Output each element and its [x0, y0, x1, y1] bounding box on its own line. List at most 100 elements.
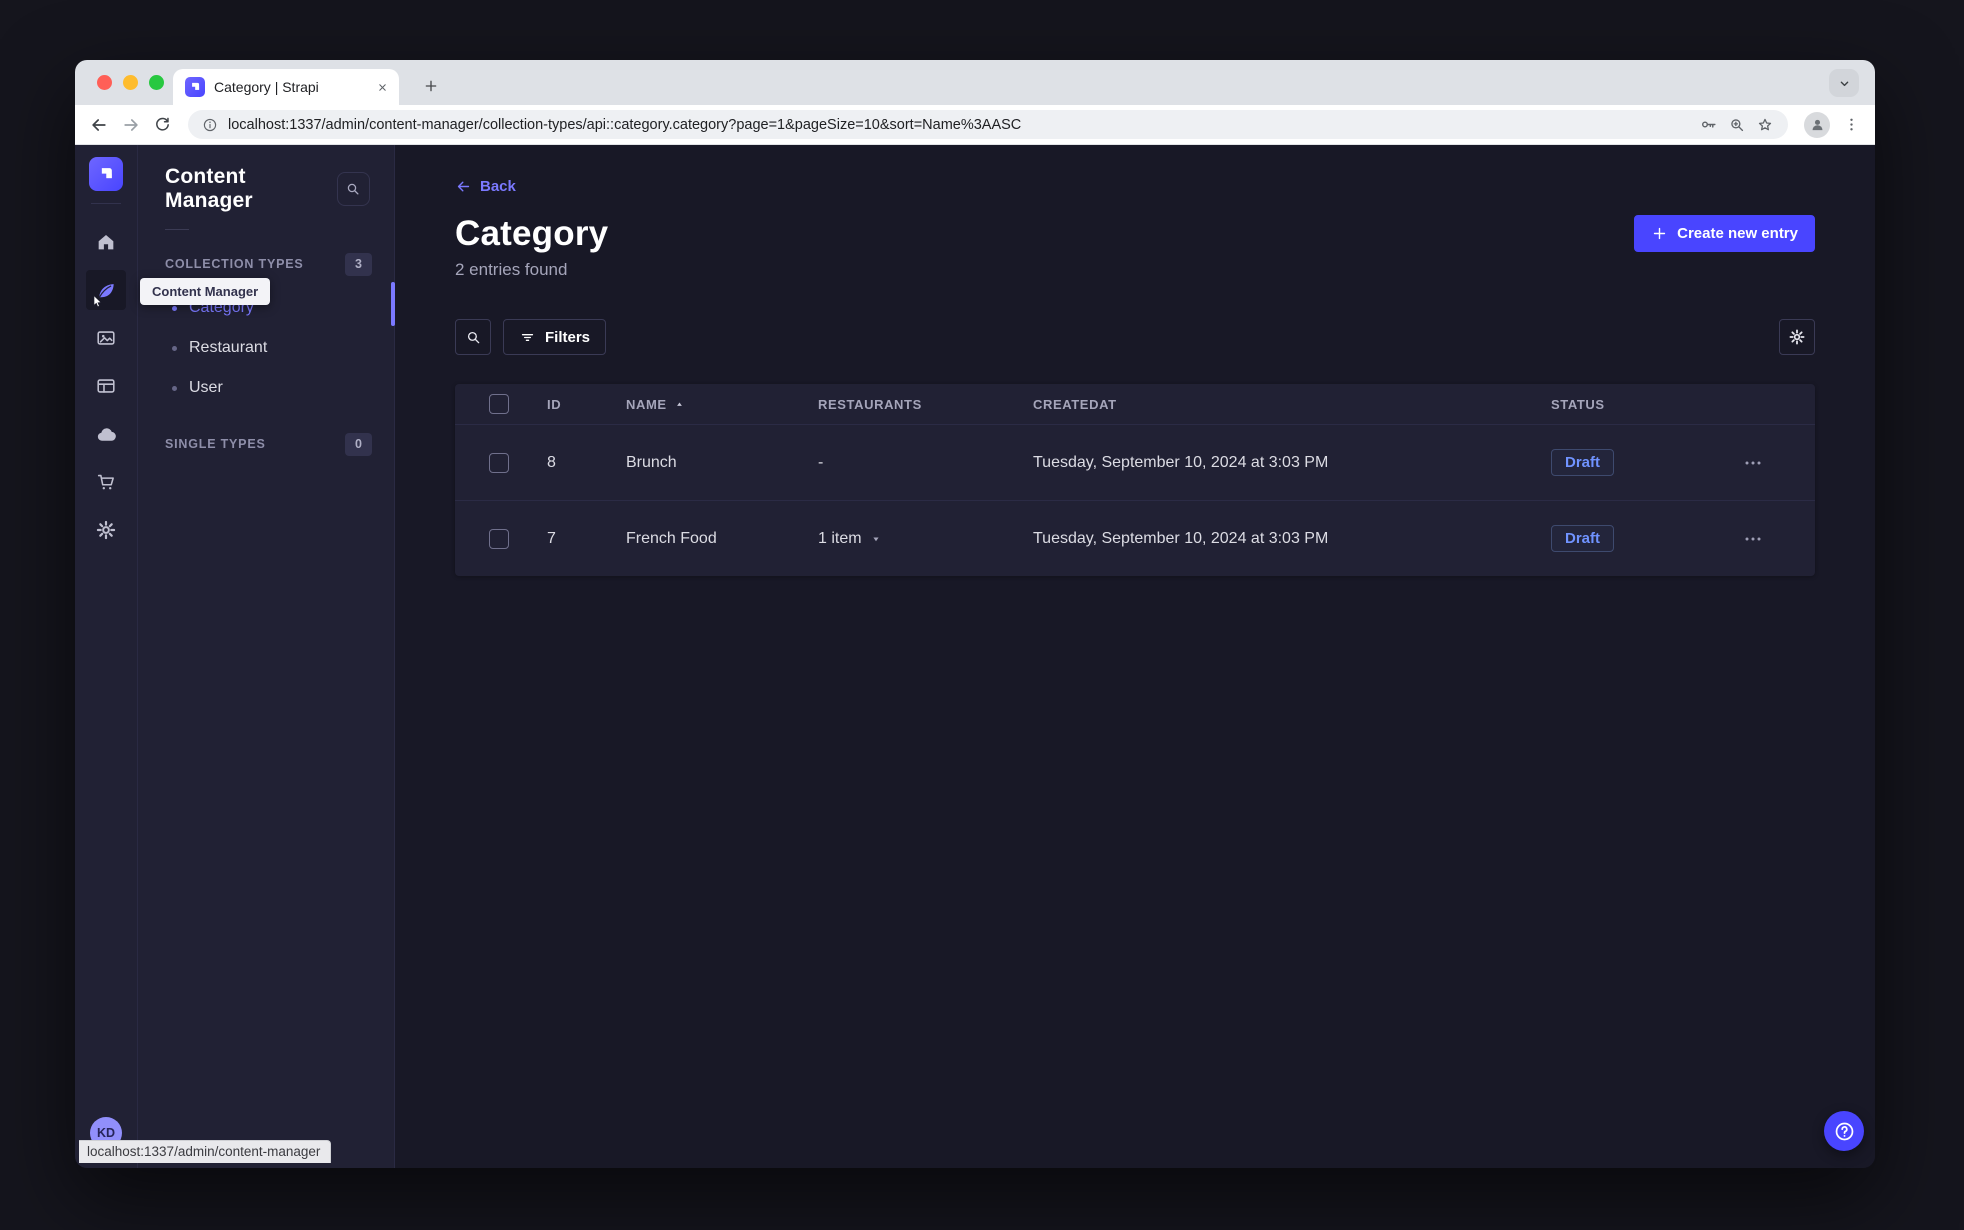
entries-table: ID NAME RESTAURANTS CREATEDAT STATUS 8 B…: [455, 384, 1815, 576]
search-icon: [465, 329, 482, 346]
subnav-item-user[interactable]: User: [138, 368, 394, 408]
column-header-name[interactable]: NAME: [626, 397, 818, 412]
close-tab-icon[interactable]: [376, 81, 389, 94]
subnav-divider: [165, 229, 189, 230]
browser-profile-icon[interactable]: [1804, 111, 1830, 138]
table-header-row: ID NAME RESTAURANTS CREATEDAT STATUS: [455, 384, 1815, 424]
url-text[interactable]: localhost:1337/admin/content-manager/col…: [228, 117, 1689, 133]
subnav-title: Content Manager: [165, 165, 253, 212]
table-row[interactable]: 8 Brunch - Tuesday, September 10, 2024 a…: [455, 424, 1815, 500]
column-header-id[interactable]: ID: [547, 397, 626, 412]
rail-divider: [91, 203, 121, 204]
single-types-count-badge: 0: [345, 432, 372, 456]
back-icon[interactable]: [89, 115, 109, 135]
help-question-icon: [1833, 1120, 1856, 1143]
tab-search-button[interactable]: [1829, 69, 1859, 97]
help-button[interactable]: [1824, 1111, 1864, 1151]
subnav-item-restaurant[interactable]: Restaurant: [138, 328, 394, 368]
cell-name: French Food: [626, 529, 717, 547]
create-new-entry-button[interactable]: Create new entry: [1634, 215, 1815, 252]
filter-icon: [519, 329, 536, 346]
single-types-label: SINGLE TYPES: [165, 437, 266, 451]
strapi-app: KD Content Manager COLLECTION TYPES 3 Ca…: [75, 145, 1875, 1168]
back-arrow-icon: [455, 178, 472, 195]
bullet-icon: [172, 345, 177, 351]
collection-types-count-badge: 3: [345, 252, 372, 276]
cloud-icon: [95, 423, 118, 446]
tab-title: Category | Strapi: [214, 79, 319, 95]
entries-count: 2 entries found: [455, 260, 568, 279]
cell-createdat: Tuesday, September 10, 2024 at 3:03 PM: [1033, 453, 1329, 471]
zoom-icon[interactable]: [1728, 116, 1746, 134]
row-checkbox[interactable]: [489, 528, 509, 549]
status-badge: Draft: [1551, 449, 1615, 476]
minimize-window-button[interactable]: [123, 75, 138, 90]
cell-restaurants-dropdown[interactable]: 1 item: [818, 530, 1033, 548]
sidebar-item-marketplace[interactable]: [86, 462, 126, 502]
collection-types-label: COLLECTION TYPES: [165, 257, 304, 271]
close-window-button[interactable]: [97, 75, 112, 90]
filters-button[interactable]: Filters: [503, 319, 607, 355]
row-checkbox[interactable]: [489, 452, 509, 473]
forward-icon[interactable]: [121, 115, 141, 135]
search-icon: [345, 181, 361, 197]
main-navigation-rail: KD: [75, 145, 138, 1168]
home-icon: [95, 231, 117, 253]
settings-gear-icon: [95, 519, 117, 541]
cursor-pointer-icon: [89, 293, 106, 310]
sidebar-item-content-type-builder[interactable]: [86, 366, 126, 406]
dropdown-caret-icon: [870, 533, 882, 545]
browser-tab-strip: Category | Strapi: [75, 60, 1875, 105]
browser-window: Category | Strapi localhost:1337/admin/c…: [75, 60, 1875, 1168]
subnav-search-button[interactable]: [336, 172, 370, 206]
cell-id: 7: [547, 529, 556, 547]
cell-createdat: Tuesday, September 10, 2024 at 3:03 PM: [1033, 529, 1329, 547]
page-title: Category: [455, 214, 609, 253]
column-header-createdat[interactable]: CREATEDAT: [1033, 397, 1551, 412]
site-info-icon[interactable]: [202, 117, 218, 133]
cell-name: Brunch: [626, 453, 677, 471]
cell-status: Draft: [1551, 449, 1725, 476]
sidebar-item-cloud[interactable]: [86, 414, 126, 454]
password-key-icon[interactable]: [1699, 115, 1718, 134]
column-header-status: STATUS: [1551, 396, 1605, 412]
browser-tab[interactable]: Category | Strapi: [173, 69, 399, 105]
gear-icon: [1788, 328, 1806, 346]
table-search-button[interactable]: [455, 319, 491, 355]
content-manager-tooltip: Content Manager: [140, 278, 271, 305]
main-content: Back Category 2 entries found Create new…: [395, 145, 1875, 1168]
row-actions-button[interactable]: [1725, 527, 1815, 551]
sidebar-item-home[interactable]: [86, 222, 126, 262]
collection-types-list: Category Restaurant User: [138, 288, 394, 408]
fullscreen-window-button[interactable]: [149, 75, 164, 90]
view-settings-button[interactable]: [1779, 319, 1815, 355]
new-tab-button[interactable]: [417, 72, 445, 100]
select-all-checkbox[interactable]: [489, 394, 509, 414]
browser-menu-icon[interactable]: [1842, 115, 1861, 134]
row-actions-button[interactable]: [1725, 451, 1815, 475]
address-bar[interactable]: localhost:1337/admin/content-manager/col…: [188, 110, 1788, 139]
status-badge: Draft: [1551, 525, 1615, 552]
cell-restaurants: -: [818, 453, 824, 471]
cell-status: Draft: [1551, 525, 1725, 552]
browser-status-bar: localhost:1337/admin/content-manager: [79, 1140, 332, 1163]
media-library-icon: [95, 327, 117, 349]
sidebar-item-content-manager[interactable]: [86, 270, 126, 310]
reload-icon[interactable]: [153, 115, 172, 134]
bookmark-star-icon[interactable]: [1756, 116, 1774, 134]
window-controls: [97, 75, 164, 90]
browser-toolbar: localhost:1337/admin/content-manager/col…: [75, 105, 1875, 145]
sidebar-item-media-library[interactable]: [86, 318, 126, 358]
marketplace-cart-icon: [95, 471, 117, 493]
sort-asc-caret-icon: [674, 399, 685, 410]
bullet-icon: [172, 385, 177, 391]
column-header-restaurants: RESTAURANTS: [818, 396, 922, 412]
list-toolbar: Filters: [455, 319, 1815, 355]
sidebar-item-settings[interactable]: [86, 510, 126, 550]
bullet-icon: [172, 305, 177, 311]
table-row[interactable]: 7 French Food 1 item Tuesday, September …: [455, 500, 1815, 576]
back-link[interactable]: Back: [455, 178, 516, 195]
strapi-favicon-icon: [185, 77, 205, 97]
strapi-logo[interactable]: [89, 157, 123, 191]
content-type-builder-icon: [95, 375, 117, 397]
